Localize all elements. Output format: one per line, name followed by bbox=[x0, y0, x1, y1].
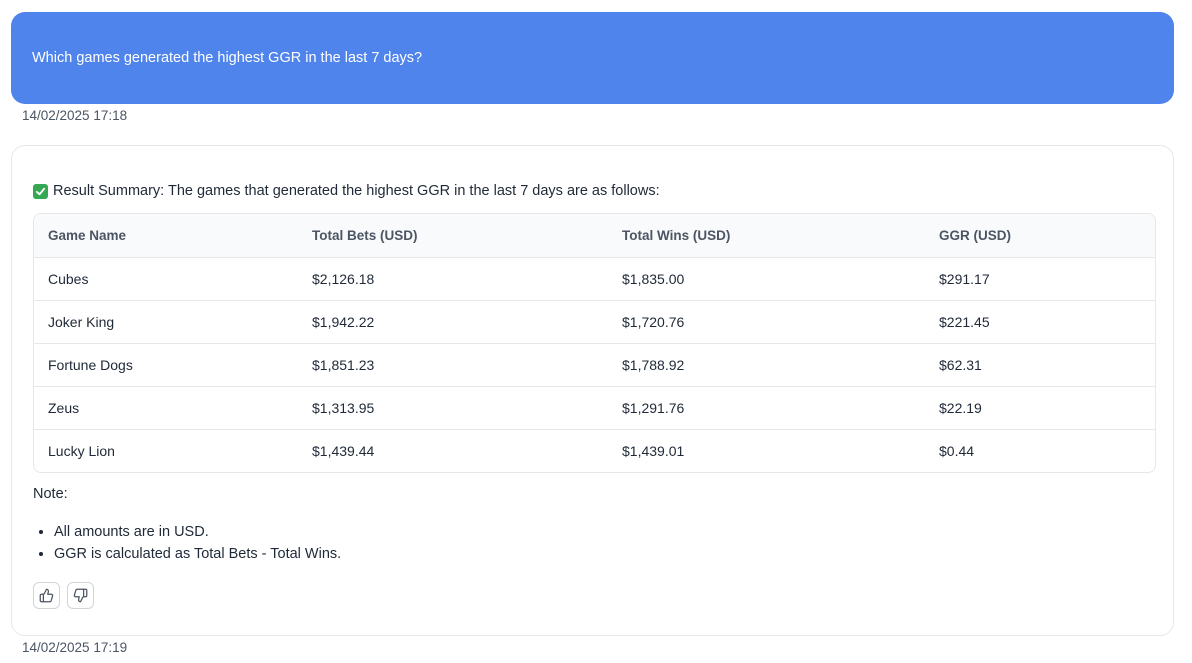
cell-total-bets: $1,439.44 bbox=[312, 443, 375, 459]
table-row: Cubes $2,126.18 $1,835.00 $291.17 bbox=[34, 257, 1155, 301]
result-summary: Result Summary: The games that generated… bbox=[33, 183, 660, 199]
list-item: GGR is calculated as Total Bets - Total … bbox=[54, 543, 341, 565]
user-message-text: Which games generated the highest GGR in… bbox=[32, 50, 423, 66]
results-table: Game Name Total Bets (USD) Total Wins (U… bbox=[33, 213, 1156, 473]
user-message-timestamp: 14/02/2025 17:18 bbox=[22, 108, 128, 123]
cell-game-name: Joker King bbox=[34, 300, 298, 344]
dislike-button[interactable] bbox=[67, 582, 94, 609]
table-row: Fortune Dogs $1,851.23 $1,788.92 $62.31 bbox=[34, 343, 1155, 387]
result-summary-text: Result Summary: The games that generated… bbox=[53, 183, 660, 199]
cell-total-wins: $1,720.76 bbox=[608, 300, 925, 344]
column-header-total-wins: Total Wins (USD) bbox=[608, 214, 925, 258]
cell-total-bets: $2,126.18 bbox=[298, 257, 608, 301]
list-item: All amounts are in USD. bbox=[54, 521, 341, 543]
cell-game-name: Fortune Dogs bbox=[34, 343, 298, 387]
cell-total-wins: $1,439.01 bbox=[622, 443, 685, 459]
cell-ggr: $22.19 bbox=[925, 386, 1155, 430]
cell-game-name: Lucky Lion bbox=[48, 443, 115, 459]
cell-total-bets: $1,851.23 bbox=[298, 343, 608, 387]
like-button[interactable] bbox=[33, 582, 60, 609]
table-row: Lucky Lion $1,439.44 $1,439.01 $0.44 bbox=[34, 430, 1155, 473]
column-header-total-bets: Total Bets (USD) bbox=[298, 214, 608, 258]
assistant-message-timestamp: 14/02/2025 17:19 bbox=[22, 640, 128, 655]
table-row: Zeus $1,313.95 $1,291.76 $22.19 bbox=[34, 386, 1155, 430]
cell-total-wins: $1,788.92 bbox=[608, 343, 925, 387]
cell-game-name: Cubes bbox=[34, 257, 298, 301]
feedback-buttons bbox=[33, 582, 94, 609]
cell-ggr: $221.45 bbox=[925, 300, 1155, 344]
table-row: Joker King $1,942.22 $1,720.76 $221.45 bbox=[34, 300, 1155, 344]
table-header-row: Game Name Total Bets (USD) Total Wins (U… bbox=[34, 214, 1155, 258]
user-message-bubble: Which games generated the highest GGR in… bbox=[11, 12, 1174, 104]
cell-total-bets: $1,942.22 bbox=[298, 300, 608, 344]
note-label: Note: bbox=[33, 486, 68, 502]
thumbs-up-icon bbox=[39, 588, 54, 603]
cell-ggr: $62.31 bbox=[925, 343, 1155, 387]
cell-total-wins: $1,291.76 bbox=[608, 386, 925, 430]
assistant-message-card: Result Summary: The games that generated… bbox=[11, 145, 1174, 636]
column-header-game-name: Game Name bbox=[34, 214, 298, 258]
thumbs-down-icon bbox=[73, 588, 88, 603]
cell-total-bets: $1,313.95 bbox=[298, 386, 608, 430]
cell-ggr: $0.44 bbox=[939, 443, 975, 459]
cell-game-name: Zeus bbox=[34, 386, 298, 430]
cell-total-wins: $1,835.00 bbox=[608, 257, 925, 301]
note-list: All amounts are in USD. GGR is calculate… bbox=[33, 521, 341, 565]
cell-ggr: $291.17 bbox=[925, 257, 1155, 301]
column-header-ggr: GGR (USD) bbox=[925, 214, 1155, 258]
check-icon bbox=[33, 183, 48, 199]
